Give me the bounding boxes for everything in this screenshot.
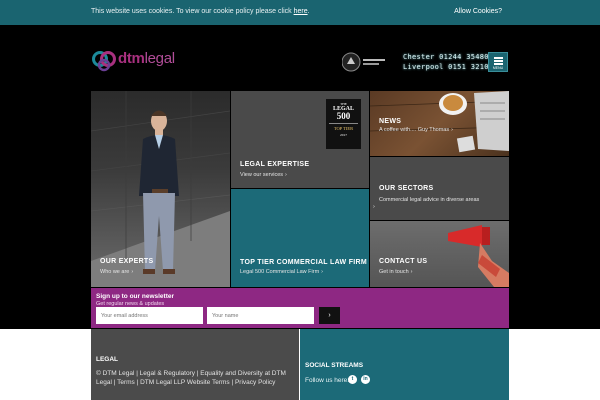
twitter-icon[interactable]: t bbox=[348, 375, 357, 384]
email-field[interactable] bbox=[96, 307, 203, 324]
tile-subtitle: A coffee with.... Guy Thomas › bbox=[379, 127, 453, 133]
footer-legal: LEGAL © DTM Legal | Legal & Regulatory |… bbox=[91, 329, 299, 400]
chevron-right-icon: › bbox=[451, 127, 453, 133]
footer-legal-links[interactable]: © DTM Legal | Legal & Regulatory | Equal… bbox=[96, 369, 296, 387]
chevron-right-icon: › bbox=[410, 269, 413, 275]
chevron-right-icon: › bbox=[131, 269, 134, 275]
tile-title: CONTACT US bbox=[379, 258, 428, 265]
tile-title: OUR EXPERTS bbox=[100, 258, 154, 265]
newsletter-signup: Sign up to our newsletter Get regular ne… bbox=[91, 288, 509, 328]
allow-cookies-button[interactable]: Allow Cookies? bbox=[454, 8, 502, 15]
menu-button[interactable]: MENU bbox=[488, 52, 508, 72]
chevron-right-icon: › bbox=[321, 269, 324, 275]
tile-our-sectors[interactable]: OUR SECTORS Commercial legal advice in d… bbox=[370, 157, 509, 220]
tile-our-experts[interactable]: OUR EXPERTS Who we are › bbox=[91, 91, 230, 287]
tile-subtitle: Commercial legal advice in diverse areas bbox=[379, 197, 479, 203]
follow-us-label: Follow us here: bbox=[305, 377, 350, 384]
tile-title: NEWS bbox=[379, 118, 402, 125]
newsletter-title: Sign up to our newsletter bbox=[96, 293, 175, 300]
tile-title: LEGAL EXPERTISE bbox=[240, 161, 310, 168]
tile-subtitle: View our services › bbox=[240, 172, 287, 178]
linkedin-icon[interactable]: in bbox=[361, 375, 370, 384]
chevron-right-icon: › bbox=[373, 204, 375, 210]
tile-sub-text: Commercial legal advice in diverse areas bbox=[379, 197, 480, 203]
chevron-right-icon: › bbox=[285, 172, 287, 178]
social-streams-title: SOCIAL STREAMS bbox=[305, 362, 364, 369]
logo-suffix: legal bbox=[144, 50, 176, 67]
tile-title: TOP TIER COMMERCIAL LAW FIRM bbox=[240, 259, 368, 266]
menu-label: MENU bbox=[492, 66, 504, 70]
tile-subtitle: Who we are › bbox=[100, 269, 133, 275]
feature-grid: OUR EXPERTS Who we are › THE LEGAL 500 TO… bbox=[91, 91, 509, 287]
name-field[interactable] bbox=[207, 307, 314, 324]
dtm-logo-icon bbox=[92, 51, 116, 72]
tile-contact-us[interactable]: CONTACT US Get in touch › bbox=[370, 221, 509, 287]
tile-title: OUR SECTORS bbox=[379, 185, 434, 192]
site-header: dtmlegal Chester 01244 354800 Liverpool … bbox=[0, 25, 600, 91]
cookie-message-text: This website uses cookies. To view our c… bbox=[91, 8, 294, 15]
tile-sub-text: Get in touch bbox=[379, 269, 409, 275]
hamburger-icon bbox=[494, 57, 503, 59]
newsletter-submit-button[interactable]: › bbox=[319, 307, 340, 324]
cookie-period: . bbox=[307, 8, 310, 15]
logo-wordmark: dtmlegal bbox=[118, 50, 175, 67]
cookie-message: This website uses cookies. To view our c… bbox=[91, 8, 310, 15]
footer-social: SOCIAL STREAMS Follow us here: t in bbox=[300, 329, 509, 400]
tile-sub-text: View our services bbox=[240, 172, 283, 178]
dtm-legal-logo[interactable]: dtmlegal bbox=[91, 46, 191, 74]
cookie-bar: This website uses cookies. To view our c… bbox=[0, 0, 600, 25]
legal500-top-tier: TOP TIER bbox=[333, 126, 354, 131]
legal-500-badge: THE LEGAL 500 TOP TIER 2017 bbox=[326, 99, 361, 149]
cookie-policy-link[interactable]: here bbox=[294, 8, 308, 15]
legal500-500: 500 bbox=[336, 111, 351, 121]
tile-subtitle: Legal 500 Commercial Law Firm › bbox=[240, 269, 323, 275]
tile-top-tier[interactable]: TOP TIER COMMERCIAL LAW FIRM Legal 500 C… bbox=[231, 189, 369, 287]
tile-sub-text: A coffee with.... Guy Thomas bbox=[379, 127, 450, 133]
footer-legal-title: LEGAL bbox=[96, 356, 119, 363]
tile-sub-text: Legal 500 Commercial Law Firm bbox=[240, 269, 320, 275]
legal500-year: 2017 bbox=[340, 133, 347, 137]
tile-subtitle: Get in touch › bbox=[379, 269, 413, 275]
megaphone-photo bbox=[448, 225, 509, 287]
tile-news[interactable]: NEWS A coffee with.... Guy Thomas › bbox=[370, 91, 509, 156]
hamburger-icon-bar bbox=[494, 63, 503, 65]
tile-legal-expertise[interactable]: THE LEGAL 500 TOP TIER 2017 LEGAL EXPERT… bbox=[231, 91, 369, 188]
award-badge-icon bbox=[342, 52, 385, 72]
logo-prefix: dtm bbox=[118, 50, 145, 67]
tile-sub-text: Who we are bbox=[100, 269, 130, 275]
hamburger-icon-bar bbox=[494, 60, 503, 62]
